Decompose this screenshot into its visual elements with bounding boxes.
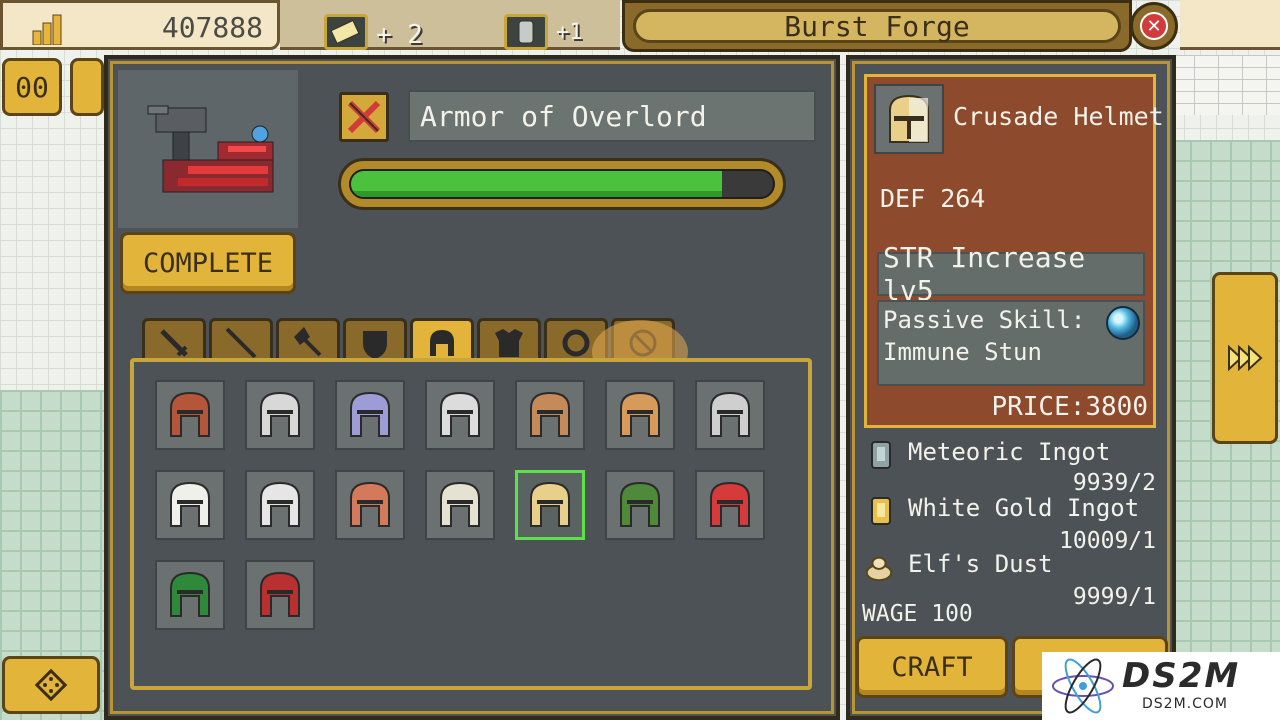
crusade-helmet-icon xyxy=(889,94,929,143)
material-qty-2: 10009/1 xyxy=(1059,528,1156,554)
blue-orb-icon xyxy=(1106,306,1140,340)
background-wall xyxy=(1170,55,1280,115)
helmet-icon xyxy=(430,329,454,356)
helmet-slot[interactable] xyxy=(425,470,495,540)
helmet-slot[interactable] xyxy=(335,380,405,450)
helmet-icon xyxy=(260,391,300,437)
window-title-bar: Burst Forge xyxy=(622,0,1132,52)
next-button[interactable] xyxy=(1212,272,1278,444)
side-menu-button[interactable] xyxy=(70,58,104,116)
def-stat: DEF 264 xyxy=(880,184,986,213)
craft-button[interactable]: CRAFT xyxy=(856,636,1008,698)
helmet-icon xyxy=(170,571,210,617)
top-right-strip xyxy=(1180,0,1280,50)
helmet-icon xyxy=(260,571,300,617)
crossed-swords-icon xyxy=(347,100,381,134)
meteoric-ingot-icon xyxy=(866,438,896,472)
helmet-slot[interactable] xyxy=(515,470,585,540)
dice-button[interactable] xyxy=(2,656,100,714)
helmet-icon xyxy=(350,481,390,527)
spear-icon xyxy=(225,327,257,358)
crafting-item-icon-box xyxy=(339,92,389,142)
passive-skill-label: Passive Skill: xyxy=(883,306,1086,334)
material-qty-3: 9999/1 xyxy=(1072,584,1156,610)
helmet-slot[interactable] xyxy=(605,380,675,450)
str-bonus: STR Increase lv5 xyxy=(877,241,1145,307)
fast-forward-icon xyxy=(1228,344,1263,372)
helmet-icon xyxy=(170,481,210,527)
helmet-slot[interactable] xyxy=(155,470,225,540)
passive-skill-box: Passive Skill: Immune Stun xyxy=(877,300,1145,386)
material-qty-1: 9939/2 xyxy=(1072,470,1156,496)
watermark-text: DS2M xyxy=(1122,656,1241,696)
dust-bag-icon xyxy=(864,550,894,584)
sword-icon xyxy=(160,328,188,357)
price-label: PRICE:3800 xyxy=(991,392,1148,422)
slot-1-count: + 2 xyxy=(376,20,423,50)
passive-skill-value: Immune Stun xyxy=(883,338,1042,366)
slot-2-count: +1 xyxy=(556,20,583,45)
helmet-slot[interactable] xyxy=(425,380,495,450)
crafting-item-name: Armor of Overlord xyxy=(408,90,816,142)
helmet-icon xyxy=(710,391,750,437)
helmet-slot[interactable] xyxy=(155,380,225,450)
material-slot-1[interactable] xyxy=(324,14,368,50)
helmet-slot[interactable] xyxy=(245,560,315,630)
craft-progress-bar xyxy=(338,158,786,210)
watermark-url: DS2M.COM xyxy=(1142,696,1228,712)
ingot-icon xyxy=(518,20,534,44)
helmet-icon xyxy=(260,481,300,527)
helmet-icon xyxy=(710,481,750,527)
helmet-icon xyxy=(440,391,480,437)
helmet-icon xyxy=(530,391,570,437)
close-button[interactable]: ✕ xyxy=(1130,2,1178,50)
dice-icon xyxy=(34,668,68,702)
selected-item-icon-box xyxy=(874,84,944,154)
progress-fill xyxy=(351,171,723,197)
material-slot-2[interactable] xyxy=(504,14,548,50)
helmet-slot[interactable] xyxy=(155,560,225,630)
armor-icon xyxy=(495,328,523,357)
money-stack-icon xyxy=(32,14,62,45)
helmet-slot[interactable] xyxy=(245,380,315,450)
white-gold-ingot-icon xyxy=(866,494,896,528)
anvil-machine-icon xyxy=(147,105,274,193)
helmet-slot[interactable] xyxy=(695,470,765,540)
complete-button[interactable]: COMPLETE xyxy=(120,232,296,294)
helmet-icon xyxy=(620,481,660,527)
axe-icon xyxy=(294,326,322,356)
forge-machine xyxy=(118,70,298,228)
close-x-icon: ✕ xyxy=(1140,12,1168,40)
helmet-icon xyxy=(620,391,660,437)
shield-icon xyxy=(363,330,387,359)
ingot-icon xyxy=(330,19,360,45)
helmet-slot[interactable] xyxy=(245,470,315,540)
pause-button[interactable]: 00 xyxy=(2,58,62,116)
material-name-2: White Gold Ingot xyxy=(908,494,1140,522)
material-name-3: Elf's Dust xyxy=(908,550,1053,578)
helmet-icon xyxy=(440,481,480,527)
watermark: DS2M DS2M.COM xyxy=(1042,652,1280,720)
selected-item-name: Crusade Helmet xyxy=(953,102,1164,131)
wage-label: WAGE 100 xyxy=(862,601,973,627)
helmet-icon xyxy=(530,481,570,527)
helmet-slot[interactable] xyxy=(335,470,405,540)
helmet-slot[interactable] xyxy=(695,380,765,450)
window-title: Burst Forge xyxy=(633,9,1121,43)
helmet-slot[interactable] xyxy=(515,380,585,450)
material-name-1: Meteoric Ingot xyxy=(908,438,1111,466)
progress-track xyxy=(349,169,775,199)
money-panel: 407888 xyxy=(0,0,280,50)
helmet-icon xyxy=(350,391,390,437)
atom-logo-icon xyxy=(1052,658,1114,714)
helmet-slot[interactable] xyxy=(605,470,675,540)
ring-icon xyxy=(562,329,590,356)
helmet-icon xyxy=(170,391,210,437)
money-value: 407888 xyxy=(161,11,263,44)
